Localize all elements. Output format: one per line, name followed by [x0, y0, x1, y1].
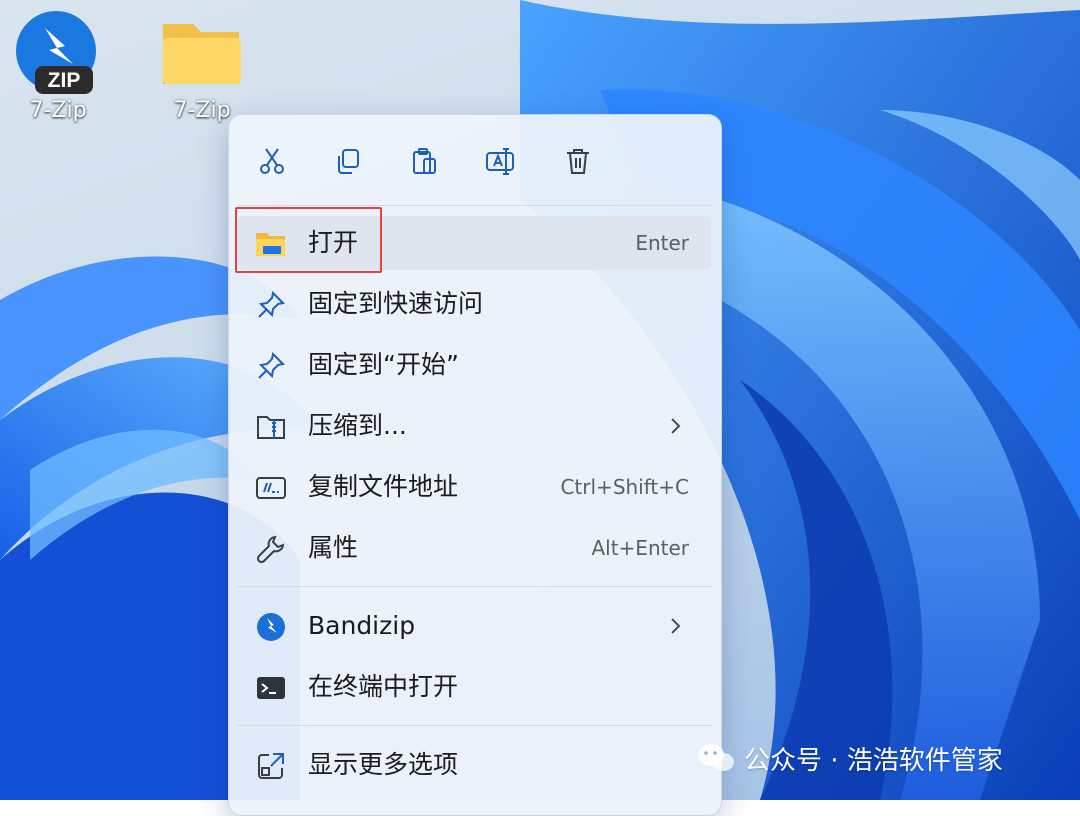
menu-item-open-terminal[interactable]: 在终端中打开 [237, 660, 711, 714]
menu-separator [237, 586, 713, 587]
menu-item-properties[interactable]: 属性 Alt+Enter [237, 521, 711, 575]
terminal-icon [255, 672, 287, 704]
menu-item-show-more-options[interactable]: 显示更多选项 [237, 738, 711, 792]
menu-item-compress-to[interactable]: 压缩到... [237, 399, 711, 453]
desktop-icon-label: 7-Zip [29, 98, 87, 123]
menu-item-label: 显示更多选项 [308, 750, 459, 779]
menu-item-label: Bandizip [308, 611, 416, 640]
rename-button[interactable] [479, 139, 523, 183]
menu-item-shortcut: Alt+Enter [591, 536, 689, 560]
menu-item-shortcut: Ctrl+Shift+C [560, 475, 689, 499]
rename-icon [486, 148, 514, 175]
pin-icon [255, 289, 287, 321]
context-menu: 打开 Enter 固定到快速访问 固定到“开始” 压缩到... 复制文件地址 C… [228, 114, 722, 816]
wechat-icon [698, 744, 734, 771]
menu-item-pin-quick-access[interactable]: 固定到快速访问 [237, 277, 711, 331]
zip-folder-icon [255, 411, 287, 443]
menu-item-label: 固定到“开始” [308, 350, 459, 379]
menu-item-copy-path[interactable]: 复制文件地址 Ctrl+Shift+C [237, 460, 711, 514]
copy-icon [338, 149, 359, 174]
watermark: 公众号 · 浩浩软件管家 [696, 736, 1003, 780]
menu-item-label: 压缩到... [308, 411, 407, 440]
wrench-icon [255, 533, 287, 565]
context-menu-toolbar [229, 115, 721, 205]
svg-text:ZIP: ZIP [48, 69, 81, 92]
desktop-icon-7zip-folder[interactable]: 7-Zip [147, 10, 257, 123]
more-options-icon [255, 750, 287, 782]
menu-item-label: 打开 [308, 228, 359, 257]
clipboard-icon [413, 148, 436, 174]
folder-open-icon [255, 228, 287, 260]
bandizip-zip-icon: ZIP [16, 11, 96, 94]
cut-button[interactable] [250, 139, 294, 183]
pin-icon [255, 350, 287, 382]
watermark-text: 公众号 · 浩浩软件管家 [744, 745, 1003, 776]
menu-item-label: 固定到快速访问 [308, 289, 484, 318]
menu-item-open[interactable]: 打开 Enter [237, 216, 711, 270]
chevron-right-icon [671, 618, 681, 634]
bandizip-icon [255, 611, 287, 643]
copy-path-icon [255, 472, 287, 504]
menu-item-label: 在终端中打开 [308, 672, 459, 701]
trash-icon [567, 149, 589, 174]
menu-item-label: 属性 [308, 533, 359, 562]
menu-item-shortcut: Enter [635, 231, 689, 255]
menu-item-label: 复制文件地址 [308, 472, 459, 501]
chevron-right-icon [671, 418, 681, 434]
menu-item-bandizip[interactable]: Bandizip [237, 599, 711, 653]
paste-button[interactable] [403, 139, 447, 183]
menu-separator [237, 205, 713, 206]
folder-icon [163, 24, 241, 84]
copy-button[interactable] [326, 139, 370, 183]
delete-button[interactable] [556, 139, 600, 183]
menu-separator [237, 725, 713, 726]
desktop-icon-7zip-app[interactable]: ZIP 7-Zip [3, 10, 113, 123]
menu-item-pin-start[interactable]: 固定到“开始” [237, 338, 711, 392]
scissors-icon [260, 148, 284, 174]
